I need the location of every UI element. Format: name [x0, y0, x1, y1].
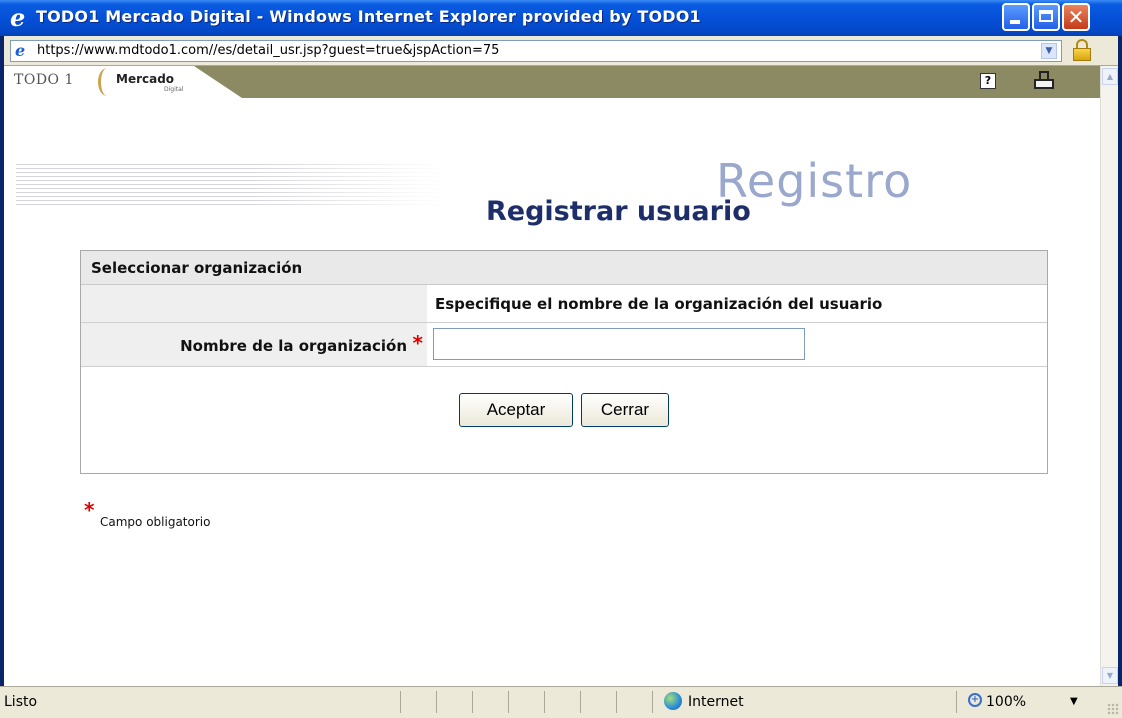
- print-top: [1039, 71, 1049, 79]
- status-separator: [400, 691, 401, 713]
- vertical-scrollbar[interactable]: ▲ ▼: [1100, 66, 1118, 686]
- status-separator: [580, 691, 581, 713]
- status-separator: [616, 691, 617, 713]
- ie-logo-icon: e: [10, 3, 26, 32]
- print-icon[interactable]: [1034, 71, 1054, 91]
- scroll-down-icon[interactable]: ▼: [1102, 667, 1118, 684]
- status-separator: [508, 691, 509, 713]
- logo-todo-text: TODO 1: [14, 72, 74, 88]
- logo-digital-text: Digital: [164, 86, 184, 93]
- status-text: Listo: [4, 694, 38, 710]
- close-icon: ✕: [1067, 5, 1085, 29]
- field-input-cell: [427, 323, 1047, 367]
- lock-body: [1073, 48, 1091, 61]
- status-separator: [652, 691, 653, 713]
- organization-name-input[interactable]: [433, 328, 805, 360]
- zoom-level[interactable]: 100%: [986, 694, 1026, 710]
- logo-arc: [98, 68, 116, 96]
- status-bar: Listo Internet + 100% ▼: [0, 686, 1122, 718]
- minimize-button[interactable]: [1002, 3, 1030, 31]
- close-window-button[interactable]: ✕: [1062, 3, 1090, 31]
- form-instructions: Especifique el nombre de la organización…: [435, 295, 883, 313]
- decorative-stripes: [16, 164, 446, 206]
- page-title: Registrar usuario: [486, 196, 751, 227]
- internet-zone-icon: [664, 692, 682, 710]
- address-field[interactable]: e https://www.mdtodo1.com//es/detail_usr…: [10, 40, 1062, 62]
- scroll-up-icon[interactable]: ▲: [1102, 68, 1118, 85]
- status-separator: [436, 691, 437, 713]
- instructions-cell: Especifique el nombre de la organización…: [427, 285, 1047, 323]
- help-icon[interactable]: ?: [980, 73, 996, 89]
- zoom-dropdown-icon[interactable]: ▼: [1070, 696, 1078, 707]
- dropdown-icon[interactable]: ▼: [1041, 43, 1057, 59]
- resize-grip-icon[interactable]: [1107, 703, 1119, 715]
- address-url[interactable]: https://www.mdtodo1.com//es/detail_usr.j…: [37, 43, 499, 58]
- page-viewport: TODO 1 Mercado Digital ? Registro Regist…: [4, 66, 1118, 686]
- page-icon: e: [15, 41, 26, 60]
- field-label-cell: Nombre de la organización *: [81, 323, 427, 367]
- address-bar: e https://www.mdtodo1.com//es/detail_usr…: [4, 36, 1118, 66]
- site-header: TODO 1 Mercado Digital ?: [4, 66, 1100, 98]
- maximize-icon: [1039, 10, 1053, 22]
- browser-window: e TODO1 Mercado Digital - Windows Intern…: [0, 0, 1122, 718]
- accept-button[interactable]: Aceptar: [459, 393, 573, 427]
- minimize-icon: [1010, 20, 1020, 24]
- maximize-button[interactable]: [1032, 3, 1060, 31]
- print-body: [1034, 79, 1054, 89]
- required-note-mark: *: [84, 498, 95, 522]
- status-separator: [472, 691, 473, 713]
- security-zone[interactable]: Internet: [688, 694, 744, 710]
- section-header: Seleccionar organización: [81, 251, 1047, 285]
- title-bar[interactable]: e TODO1 Mercado Digital - Windows Intern…: [0, 0, 1122, 36]
- zoom-icon[interactable]: +: [968, 693, 982, 707]
- instructions-label-cell: [81, 285, 427, 323]
- window-title: TODO1 Mercado Digital - Windows Internet…: [36, 7, 701, 26]
- required-mark: *: [412, 331, 423, 355]
- logo-mercado-text: Mercado: [116, 72, 175, 86]
- status-separator: [956, 691, 957, 713]
- form-buttons: Aceptar Cerrar: [81, 367, 1047, 473]
- organization-name-label: Nombre de la organización: [180, 337, 407, 355]
- organization-form: Seleccionar organización Especifique el …: [80, 250, 1048, 474]
- required-note: Campo obligatorio: [100, 515, 211, 529]
- lock-icon[interactable]: [1070, 38, 1094, 62]
- close-button[interactable]: Cerrar: [581, 393, 669, 427]
- site-logo[interactable]: TODO 1 Mercado Digital: [4, 66, 242, 98]
- status-separator: [544, 691, 545, 713]
- section-title: Seleccionar organización: [91, 259, 303, 277]
